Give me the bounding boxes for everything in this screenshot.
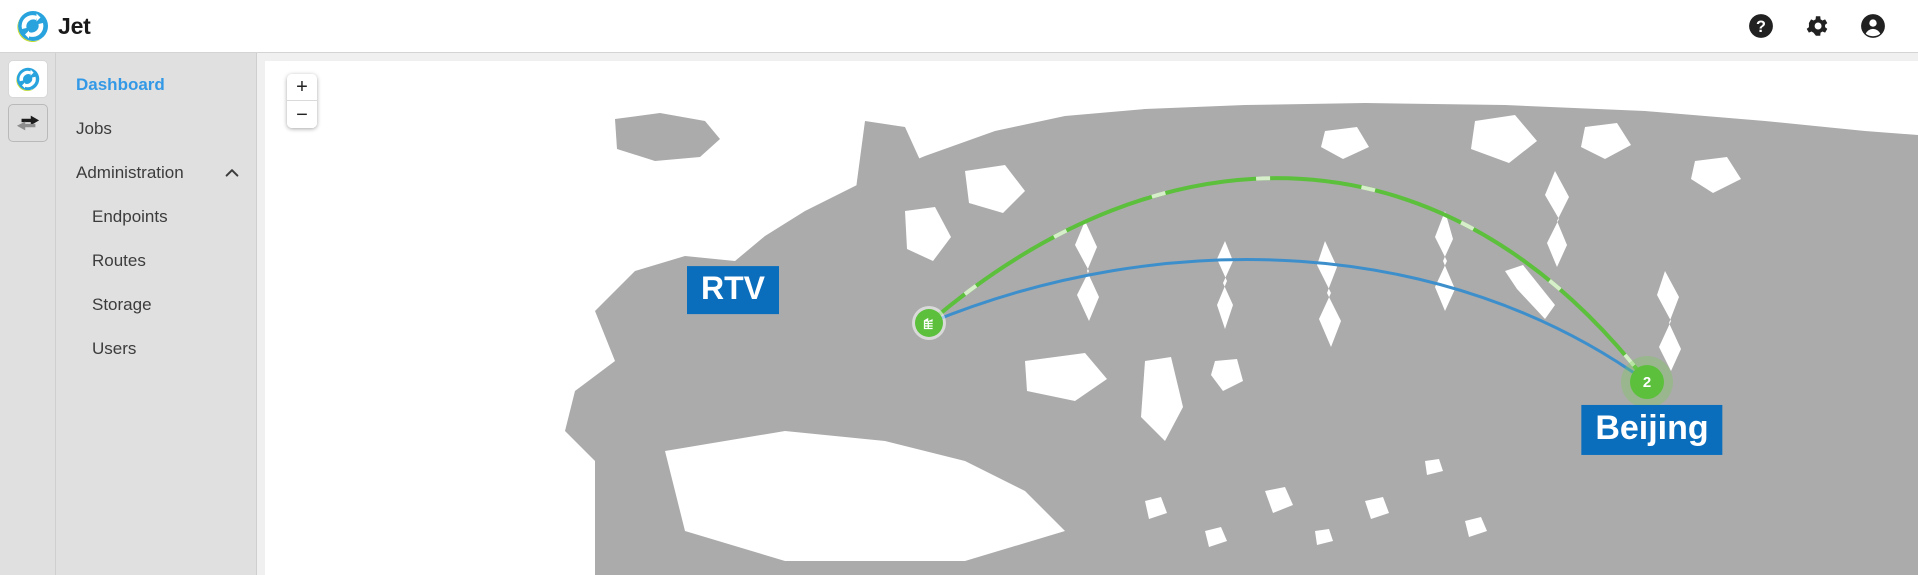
gear-icon[interactable] [1804,13,1830,39]
brand[interactable]: Jet [17,10,91,42]
building-icon [923,317,933,329]
help-icon[interactable]: ? [1748,13,1774,39]
sidebar-item-dashboard[interactable]: Dashboard [56,63,256,107]
sidebar-item-label: Jobs [76,119,112,138]
sidebar-nav: Dashboard Jobs Administration Endpoints … [56,53,257,575]
sidebar-item-endpoints[interactable]: Endpoints [56,195,256,239]
sidebar-item-administration[interactable]: Administration [56,151,256,195]
svg-text:?: ? [1756,18,1766,36]
origin-marker[interactable] [915,309,943,337]
zoom-out-button[interactable]: − [287,101,317,128]
destination-marker[interactable]: 2 [1630,365,1664,399]
sidebar-item-storage[interactable]: Storage [56,283,256,327]
jet-logo-icon [17,11,48,42]
sidebar-item-label: Users [92,339,137,358]
destination-label[interactable]: Beijing [1581,404,1723,456]
sidebar-item-label: Dashboard [76,75,165,94]
sidebar-item-users[interactable]: Users [56,327,256,371]
brand-name: Jet [58,12,91,39]
rail-item-home[interactable] [7,60,48,98]
sidebar-item-jobs[interactable]: Jobs [56,107,256,151]
transfer-arrows-icon [16,115,39,131]
sidebar-item-label: Routes [92,251,146,270]
origin-label[interactable]: RTV [687,266,779,314]
top-bar-actions: ? [1748,13,1886,39]
map-canvas[interactable]: + − 2 RTV Beijing [265,61,1918,575]
map-geometry [265,61,1918,575]
sidebar-item-label: Administration [76,163,184,182]
chevron-up-icon [225,169,239,177]
zoom-in-button[interactable]: + [287,74,317,101]
top-bar: Jet ? [0,0,1918,53]
icon-rail [0,53,56,575]
rail-item-transfers[interactable] [7,104,48,142]
jet-logo-icon [15,67,39,91]
sidebar-item-label: Storage [92,295,152,314]
destination-marker-count: 2 [1642,373,1652,391]
sidebar-item-label: Endpoints [92,207,168,226]
map-zoom-control: + − [287,74,317,128]
content-area: + − 2 RTV Beijing [257,53,1918,575]
account-icon[interactable] [1860,13,1886,39]
sidebar-item-routes[interactable]: Routes [56,239,256,283]
